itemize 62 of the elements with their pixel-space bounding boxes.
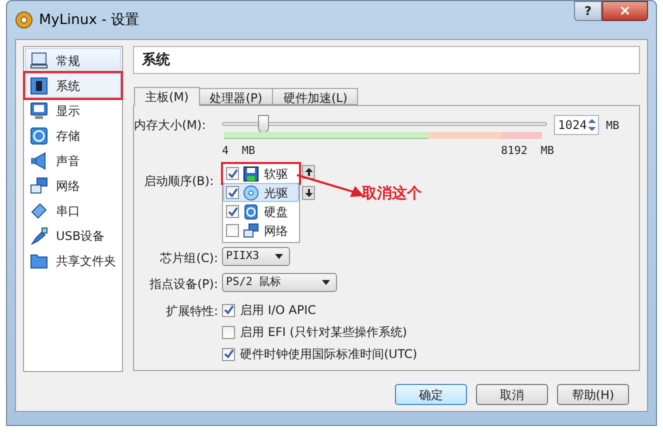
display-icon [30,102,48,120]
dropdown-arrow-icon [322,280,330,285]
sidebar-item[interactable]: 系统 [25,73,121,98]
network-icon [243,222,259,238]
field-label: 扩展特性: [166,303,218,320]
dropdown[interactable]: PS/2 鼠标 [222,273,337,292]
checkbox[interactable] [222,304,235,316]
spin-field[interactable]: 1024 [554,115,599,135]
tab[interactable]: 硬件加速(L) [272,88,358,105]
boot-item[interactable]: 网络 [223,221,299,240]
harddisk-icon [243,204,259,220]
scale-max-label: 8192 MB [501,143,554,159]
checkbox[interactable] [222,348,235,360]
checkbox[interactable] [226,224,239,237]
field-label: 内存大小(M): [134,117,207,134]
sidebar-item[interactable]: 显示 [25,98,121,123]
disk-icon [30,126,48,144]
tab[interactable]: 主板(M) [134,87,200,106]
help-button[interactable]: ? [574,1,602,21]
dialog-button[interactable]: 确定 [395,384,467,405]
checkbox[interactable] [226,186,239,199]
move-up-button[interactable] [302,165,315,179]
sidebar-item[interactable]: 共享文件夹 [25,248,121,273]
sidebar-item[interactable]: 常规 [25,48,121,73]
floppy-icon [243,166,259,182]
annotation-text: 取消这个 [362,183,422,204]
field-label: 芯片组(C): [160,250,218,267]
page-title: 系统 [133,46,640,74]
scale-min-label: 4 MB [222,143,256,159]
unit-label: MB [606,118,620,134]
checkbox-label: 硬件时钟使用国际标准时间(UTC) [240,346,418,363]
slider-thumb[interactable] [258,115,270,133]
move-down-button[interactable] [302,186,315,200]
monitor-icon [30,52,48,70]
folder-icon [30,252,48,270]
field-label: 指点设备(P): [149,276,218,293]
usb-icon [30,226,48,244]
checkbox-label: 启用 I/O APIC [240,302,316,319]
sidebar-item[interactable]: 存储 [25,123,121,148]
sidebar-item[interactable]: 串口 [25,198,121,223]
dropdown[interactable]: PIIX3 [222,247,290,266]
checkbox-label: 启用 EFI (只针对某些操作系统) [240,324,408,341]
boot-item[interactable]: 硬盘 [223,202,299,221]
checkbox[interactable] [226,205,239,218]
tab[interactable]: 处理器(P) [198,88,274,105]
dialog-button[interactable]: 取消 [476,384,548,405]
chip-icon [30,76,48,94]
checkbox[interactable] [222,326,235,338]
sidebar-item[interactable]: USB设备 [25,223,121,248]
speaker-icon [30,152,48,170]
field-label: 启动顺序(B): [144,173,214,190]
boot-item[interactable]: 光驱 [223,183,299,202]
network-icon [30,176,48,194]
boot-item[interactable]: 软驱 [223,164,299,183]
disc-icon [243,184,259,200]
window-title: MyLinux - 设置 [39,10,140,30]
spin-arrows-icon [587,117,597,133]
checkbox[interactable] [226,167,239,180]
sidebar-item[interactable]: 声音 [25,148,121,173]
dropdown-arrow-icon [275,254,283,259]
sidebar-item[interactable]: 网络 [25,173,121,198]
dialog-button[interactable]: 帮助(H) [557,384,629,405]
